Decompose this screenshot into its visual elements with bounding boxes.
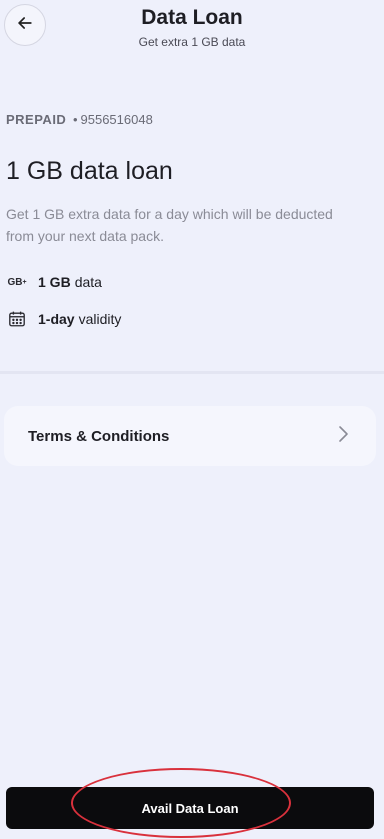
account-line: PREPAID • 9556516048 — [6, 112, 153, 127]
feature-data-value: 1 GB — [38, 274, 71, 290]
avail-data-loan-button[interactable]: Avail Data Loan — [6, 787, 374, 829]
feature-validity-label: validity — [78, 311, 122, 327]
account-separator: • — [72, 112, 78, 127]
feature-validity-value: 1-day — [38, 311, 75, 327]
data-loan-screen: Data Loan Get extra 1 GB data PREPAID • 9… — [0, 0, 384, 839]
page-subtitle: Get extra 1 GB data — [138, 35, 246, 49]
page-title: Data Loan — [141, 6, 243, 29]
avail-data-loan-label: Avail Data Loan — [141, 800, 239, 816]
section-divider — [0, 371, 384, 374]
account-number: 9556516048 — [80, 112, 153, 127]
loan-title: 1 GB data loan — [6, 157, 173, 185]
gb-data-icon: GB + — [7, 276, 27, 288]
loan-description: Get 1 GB extra data for a day which will… — [6, 206, 333, 244]
calendar-icon — [6, 309, 28, 329]
terms-label: Terms & Conditions — [28, 427, 170, 445]
feature-data-label: data — [74, 274, 102, 290]
feature-data: GB + 1 GB data — [6, 272, 102, 292]
chevron-right-icon — [336, 425, 350, 448]
account-type: PREPAID — [6, 112, 67, 127]
terms-conditions-row[interactable]: Terms & Conditions — [4, 406, 376, 466]
feature-validity: 1-day validity — [6, 309, 121, 329]
